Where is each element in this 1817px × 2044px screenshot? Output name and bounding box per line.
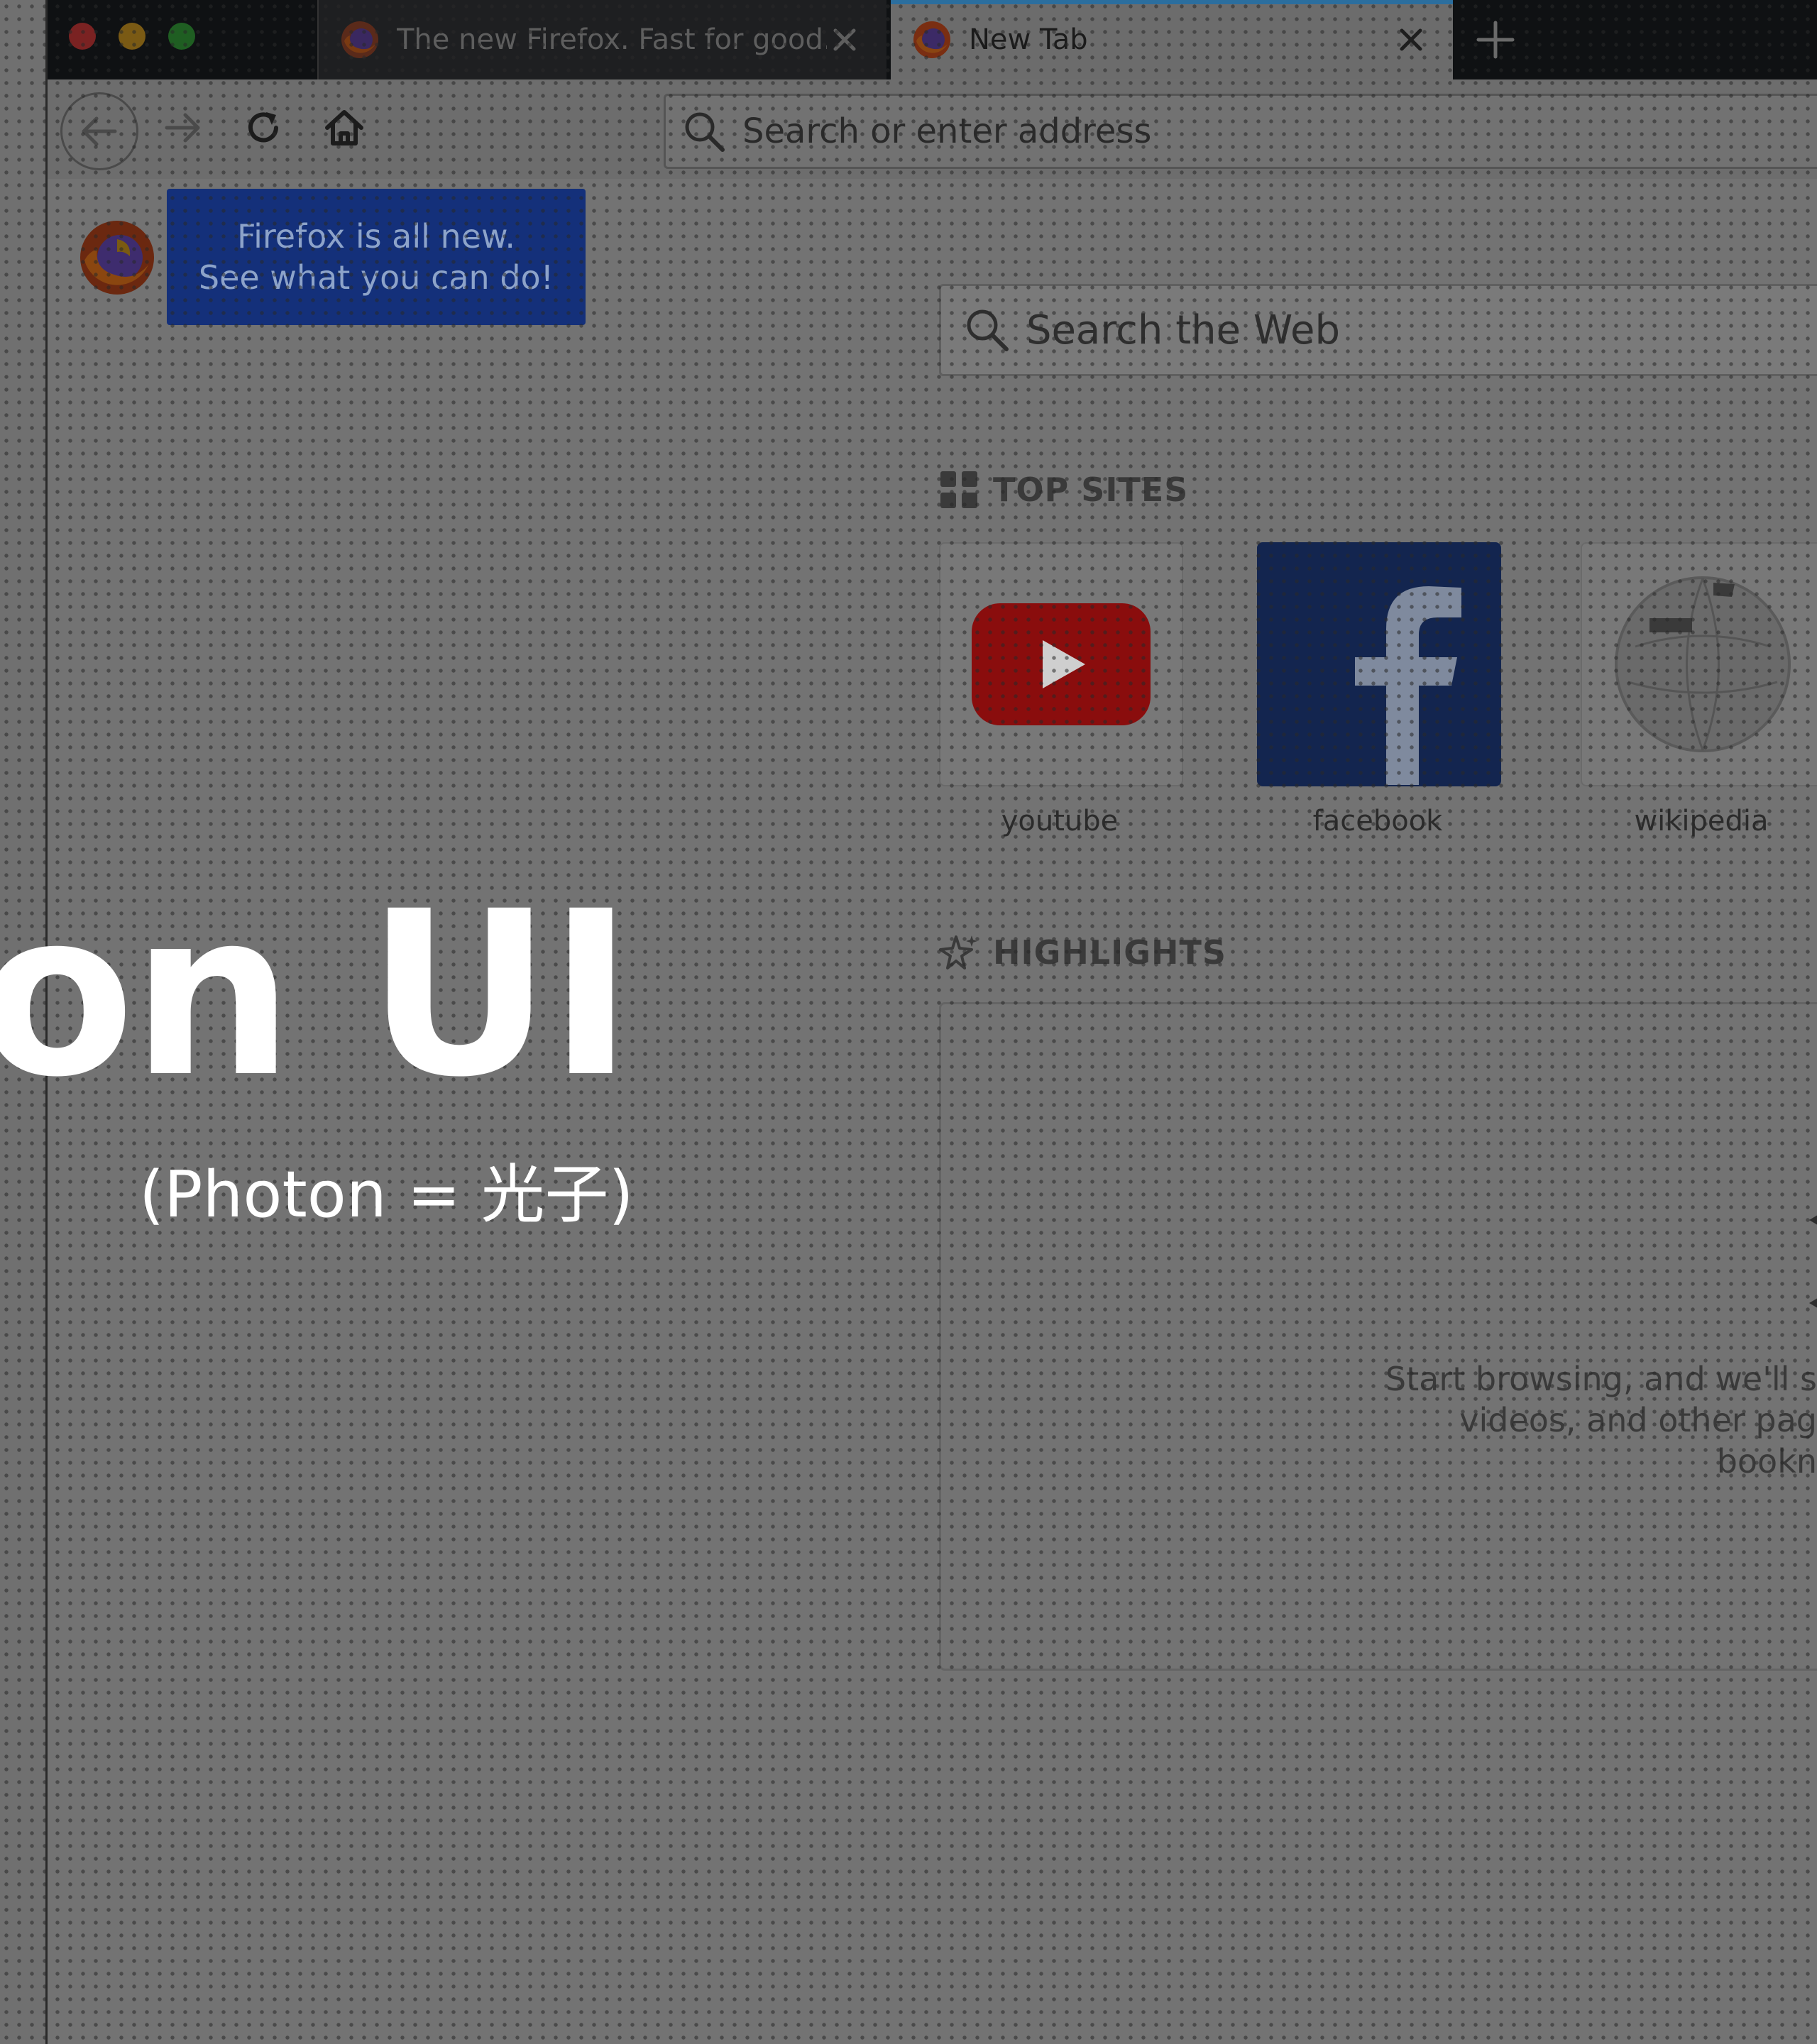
tab-title: New Tab [969,23,1088,56]
url-bar-placeholder: Search or enter address [742,111,1152,151]
youtube-icon [972,603,1151,725]
tab-firefox-fast-for-good[interactable]: The new Firefox. Fast for good. [317,0,886,79]
close-tab-icon[interactable] [1393,22,1429,57]
top-sites-header: TOP SITES [939,470,1188,510]
top-site-label: youtube [1001,805,1119,837]
top-site-facebook[interactable]: facebook [1257,542,1501,837]
firefox-favicon-icon [913,21,950,58]
chevron-left-icon [1809,1298,1817,1308]
top-site-tile[interactable] [1581,542,1817,786]
reload-button[interactable] [228,92,299,163]
firefox-logo-icon [80,221,154,295]
tab-bar: The new Firefox. Fast for good. New Tab [48,0,1817,79]
callout-line-1: Firefox is all new. [236,217,516,256]
highlights-heading: HIGHLIGHTS [993,933,1227,972]
firefox-favicon-icon [341,21,378,58]
window-close-button[interactable] [69,23,96,50]
chevron-left-icon [1809,1215,1817,1225]
top-site-tile[interactable] [1257,542,1501,786]
home-button[interactable] [309,92,380,163]
empty-message-line: Start browsing, and we'll s [1385,1360,1817,1398]
window-minimize-button[interactable] [119,23,146,50]
tab-title: The new Firefox. Fast for good. [397,23,827,56]
close-tab-icon[interactable] [827,22,862,57]
navigation-toolbar: Search or enter address [48,79,1817,179]
top-site-label: facebook [1312,805,1443,837]
callout-line-2: See what you can do! [198,258,554,297]
highlights-empty-message: Start browsing, and we'll s videos, and … [1112,1358,1817,1482]
forward-button[interactable] [147,92,218,163]
wikipedia-icon [1615,576,1791,752]
empty-message-line: videos, and other pag [1459,1401,1817,1439]
new-tab-plus-icon[interactable] [1474,18,1517,61]
highlights-header: HIGHLIGHTS [939,933,1226,972]
highlights-empty-panel [939,1002,1817,1671]
web-search-placeholder: Search the Web [1026,307,1340,353]
highlights-sparkle-icon [939,935,977,969]
back-button[interactable] [60,92,138,170]
top-site-wikipedia[interactable]: wikipedia [1581,542,1817,837]
empty-message-line: bookn [1716,1442,1817,1480]
facebook-icon [1258,544,1500,785]
top-sites-grid-icon [940,471,977,508]
whats-new-callout-button[interactable]: Firefox is all new. See what you can do! [167,189,586,325]
url-bar[interactable]: Search or enter address [664,94,1817,169]
back-arrow-icon [82,116,117,146]
tab-new-tab[interactable]: New Tab [891,0,1453,79]
top-site-youtube[interactable]: youtube [939,542,1183,837]
reload-icon [248,112,278,143]
top-sites-heading: TOP SITES [993,471,1189,509]
forward-arrow-icon [165,113,200,143]
top-site-tile[interactable] [939,542,1183,786]
slide-subtitle: (Photon = 光子) [139,1158,634,1232]
home-icon [325,110,363,145]
search-icon [967,309,1009,351]
slide-title: on UI [0,863,633,1127]
window-zoom-button[interactable] [168,23,195,50]
search-icon [685,112,725,152]
web-search-input[interactable]: Search the Web [939,284,1817,376]
top-site-label: wikipedia [1634,805,1769,837]
